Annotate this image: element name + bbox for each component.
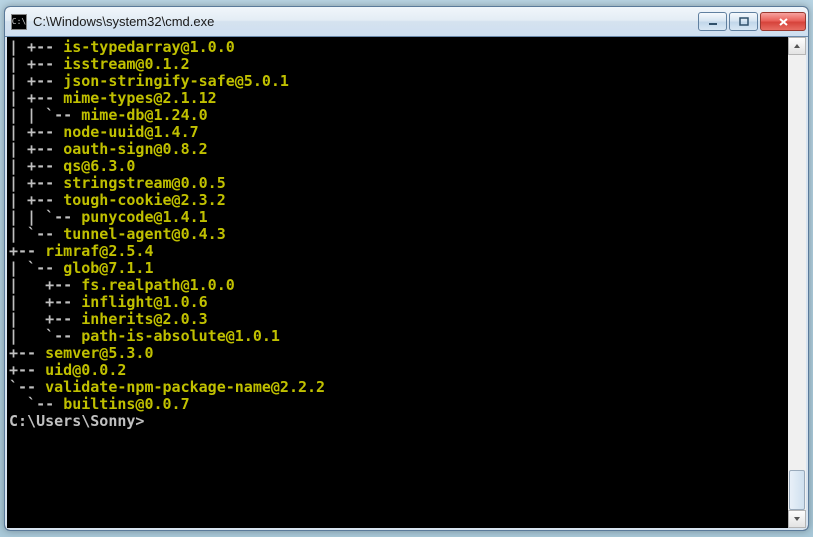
terminal-area: | +-- is-typedarray@1.0.0| +-- isstream@… bbox=[5, 37, 808, 530]
terminal-line: | +-- inflight@1.0.6 bbox=[9, 294, 784, 311]
terminal-line: +-- semver@5.3.0 bbox=[9, 345, 784, 362]
terminal-line: | +-- is-typedarray@1.0.0 bbox=[9, 39, 784, 56]
close-icon bbox=[778, 17, 789, 27]
app-icon: C:\ bbox=[11, 14, 27, 30]
terminal-line: | | `-- punycode@1.4.1 bbox=[9, 209, 784, 226]
terminal-line: | +-- mime-types@2.1.12 bbox=[9, 90, 784, 107]
window-controls bbox=[698, 12, 806, 31]
maximize-icon bbox=[739, 17, 749, 27]
terminal-line: `-- validate-npm-package-name@2.2.2 bbox=[9, 379, 784, 396]
terminal-line: | +-- stringstream@0.0.5 bbox=[9, 175, 784, 192]
terminal-line: +-- rimraf@2.5.4 bbox=[9, 243, 784, 260]
cmd-window: C:\ C:\Windows\system32\cmd.exe | +-- is… bbox=[4, 6, 809, 531]
terminal-line: | `-- glob@7.1.1 bbox=[9, 260, 784, 277]
scroll-track[interactable] bbox=[788, 55, 806, 510]
terminal-output[interactable]: | +-- is-typedarray@1.0.0| +-- isstream@… bbox=[7, 37, 788, 528]
close-button[interactable] bbox=[760, 12, 806, 31]
terminal-line: | | `-- mime-db@1.24.0 bbox=[9, 107, 784, 124]
maximize-button[interactable] bbox=[729, 12, 758, 31]
terminal-line: | +-- inherits@2.0.3 bbox=[9, 311, 784, 328]
terminal-line: | +-- oauth-sign@0.8.2 bbox=[9, 141, 784, 158]
terminal-line: | `-- path-is-absolute@1.0.1 bbox=[9, 328, 784, 345]
chevron-up-icon bbox=[793, 43, 801, 49]
terminal-line: | +-- qs@6.3.0 bbox=[9, 158, 784, 175]
terminal-line: `-- builtins@0.0.7 bbox=[9, 396, 784, 413]
terminal-line: | +-- tough-cookie@2.3.2 bbox=[9, 192, 784, 209]
terminal-line: +-- uid@0.0.2 bbox=[9, 362, 784, 379]
terminal-line: | +-- node-uuid@1.4.7 bbox=[9, 124, 784, 141]
terminal-line: | +-- json-stringify-safe@5.0.1 bbox=[9, 73, 784, 90]
titlebar[interactable]: C:\ C:\Windows\system32\cmd.exe bbox=[5, 7, 808, 37]
terminal-line: | `-- tunnel-agent@0.4.3 bbox=[9, 226, 784, 243]
terminal-line: | +-- fs.realpath@1.0.0 bbox=[9, 277, 784, 294]
minimize-icon bbox=[708, 17, 718, 27]
terminal-prompt[interactable]: C:\Users\Sonny> bbox=[9, 413, 784, 430]
terminal-line: | +-- isstream@0.1.2 bbox=[9, 56, 784, 73]
scroll-thumb[interactable] bbox=[789, 470, 805, 510]
scroll-up-button[interactable] bbox=[788, 37, 806, 55]
scrollbar[interactable] bbox=[788, 37, 806, 528]
window-title: C:\Windows\system32\cmd.exe bbox=[33, 14, 698, 29]
chevron-down-icon bbox=[793, 516, 801, 522]
minimize-button[interactable] bbox=[698, 12, 727, 31]
scroll-down-button[interactable] bbox=[788, 510, 806, 528]
